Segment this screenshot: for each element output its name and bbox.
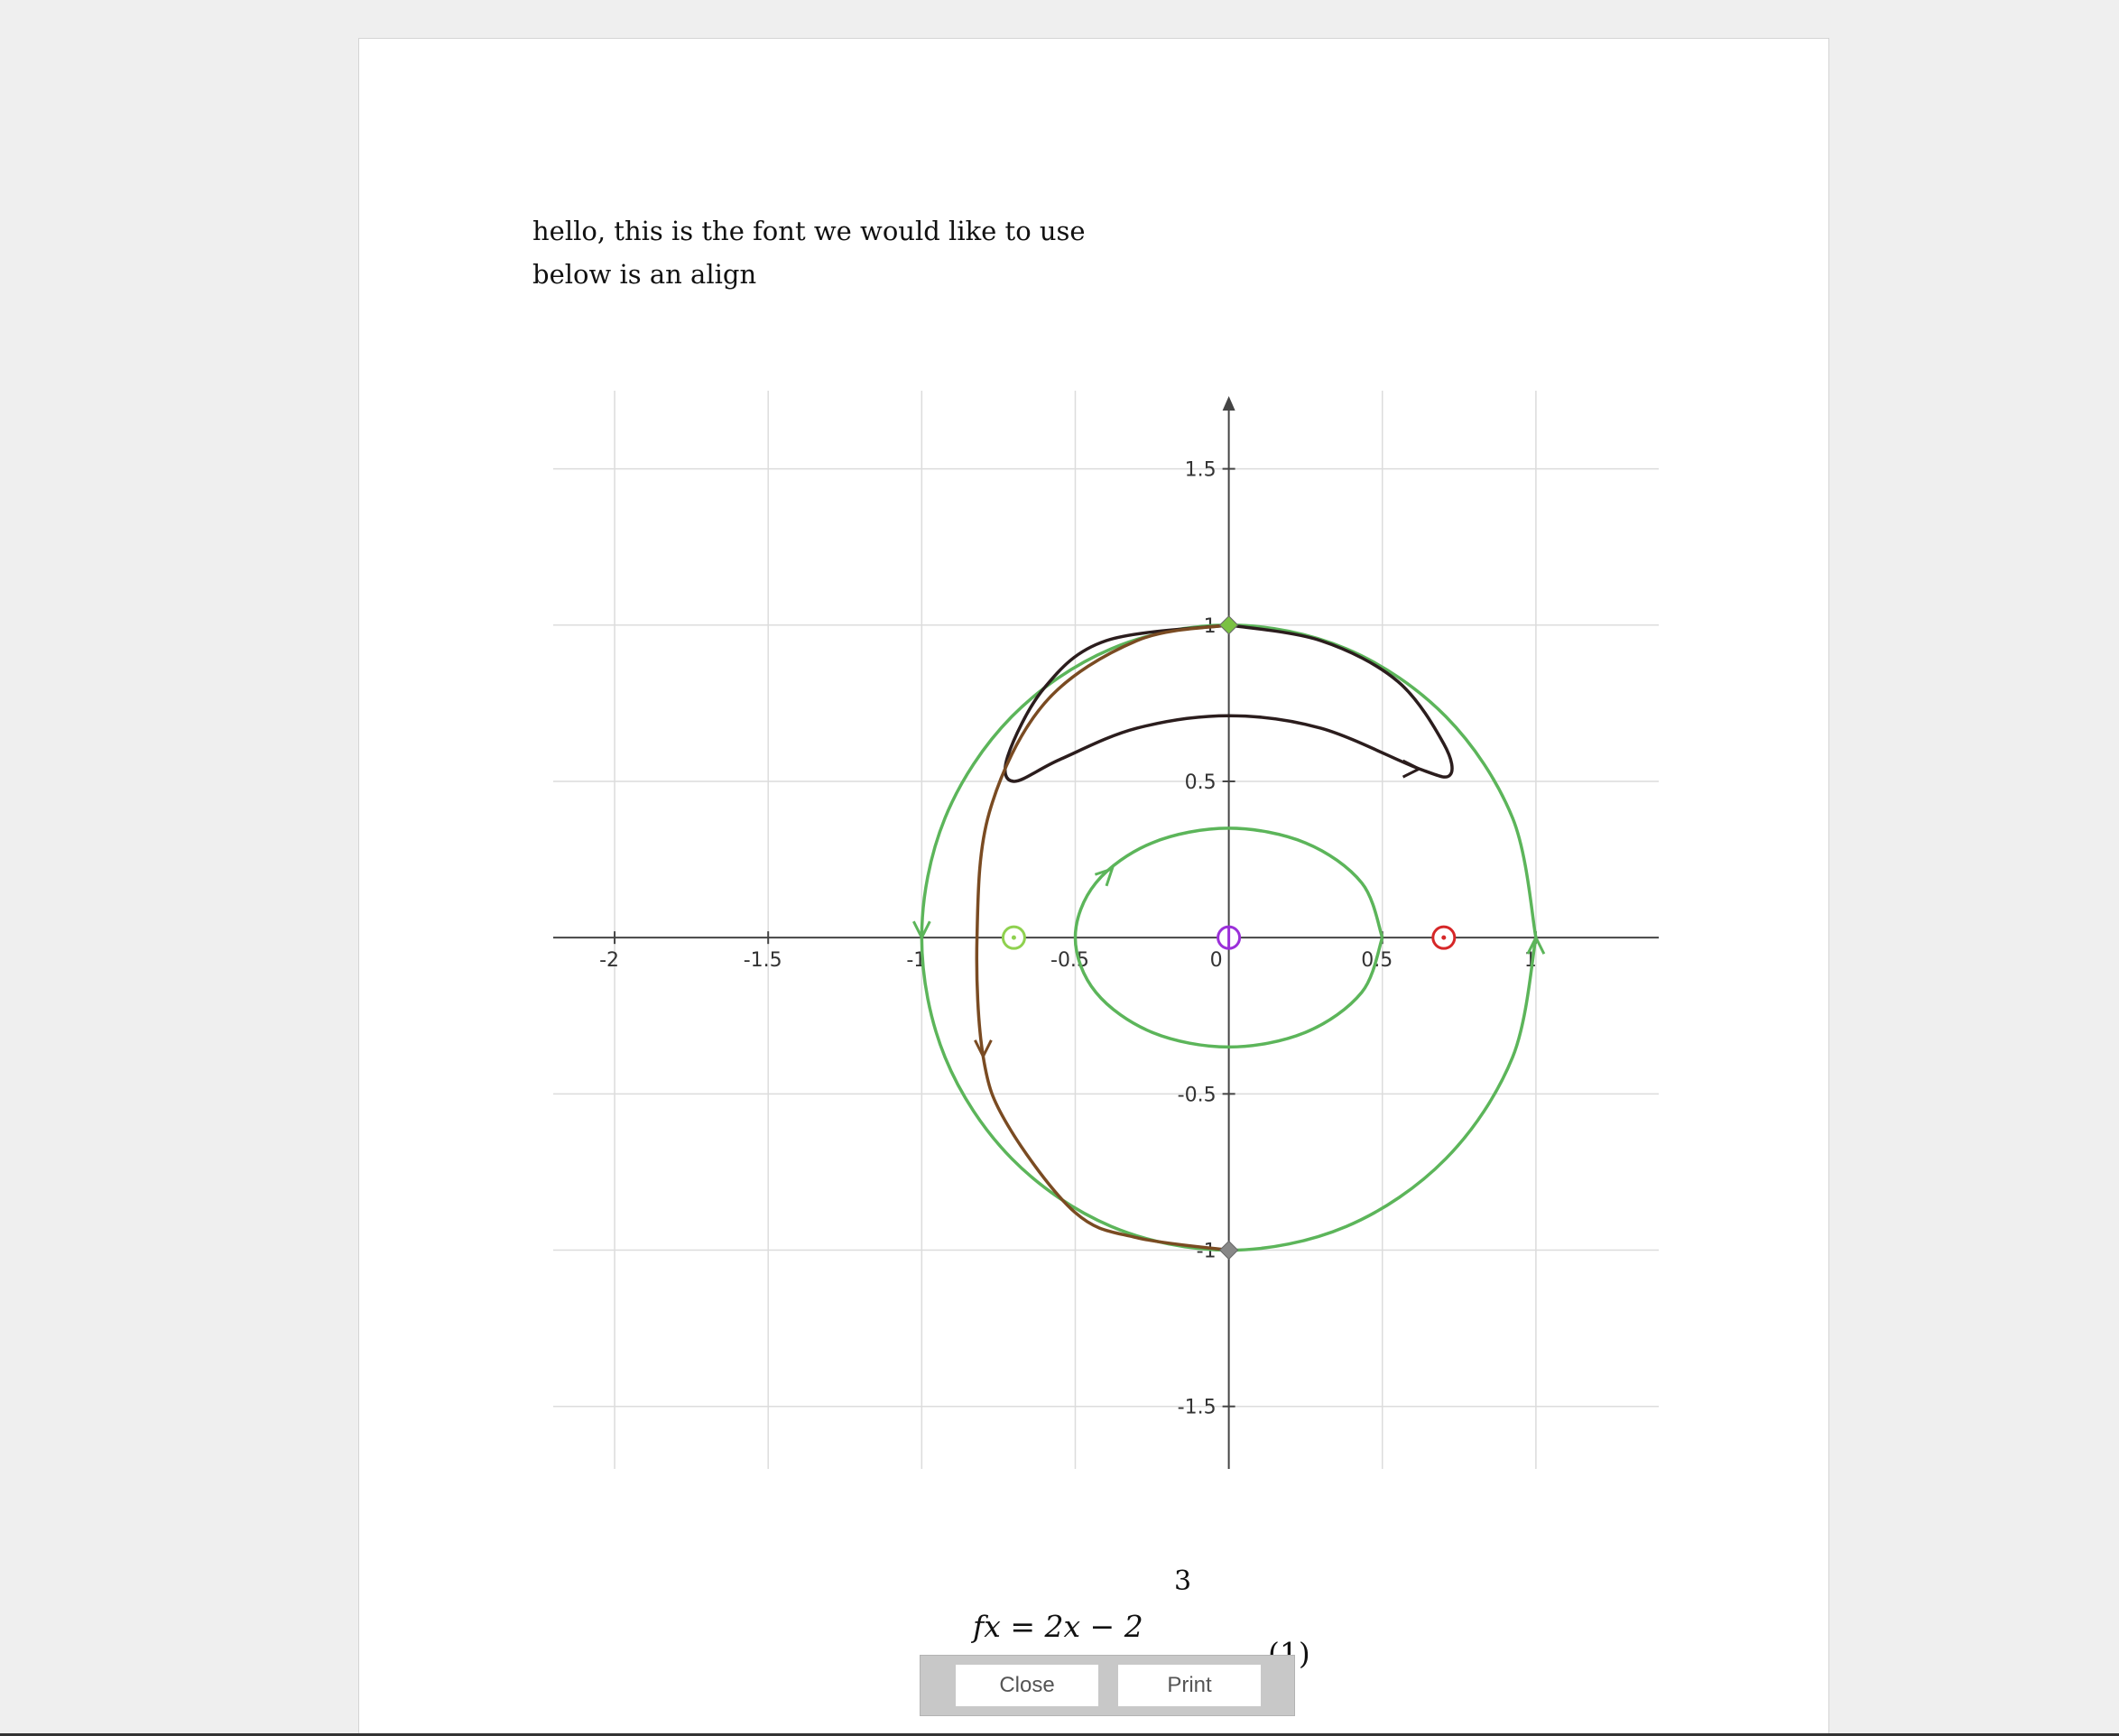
x-tick-label: -1.5 [744,949,782,972]
y-tick-label: 1.5 [1185,459,1217,482]
y-tick-label: -1 [1197,1241,1217,1263]
document-page: hello, this is the font we would like to… [358,38,1829,1736]
y-axis-arrow [1222,396,1235,411]
point-marker-dot [1011,935,1016,940]
x-tick-label: -2 [599,949,619,972]
print-toolbar: Close Print [920,1655,1295,1716]
series-arrow [1402,759,1422,779]
y-tick-label: -1.5 [1178,1397,1217,1419]
close-button[interactable]: Close [956,1665,1098,1706]
point-marker-dot [1441,935,1447,940]
x-tick-label: 0 [1210,949,1223,972]
point-marker-diamond [1218,1240,1239,1260]
print-button[interactable]: Print [1118,1665,1261,1706]
equation: fx = 2x − 2 [973,1609,1143,1644]
series-arrow [1094,866,1115,887]
equation-superscript: 3 [1174,1565,1192,1597]
plot: -2 -1.5 -1 -0.5 0 0.5 11.510.5-0.5-1-1.5 [553,391,1659,1469]
y-tick-label: 0.5 [1185,771,1217,794]
y-tick-label: -0.5 [1178,1084,1217,1106]
point-marker-diamond [1218,615,1239,635]
